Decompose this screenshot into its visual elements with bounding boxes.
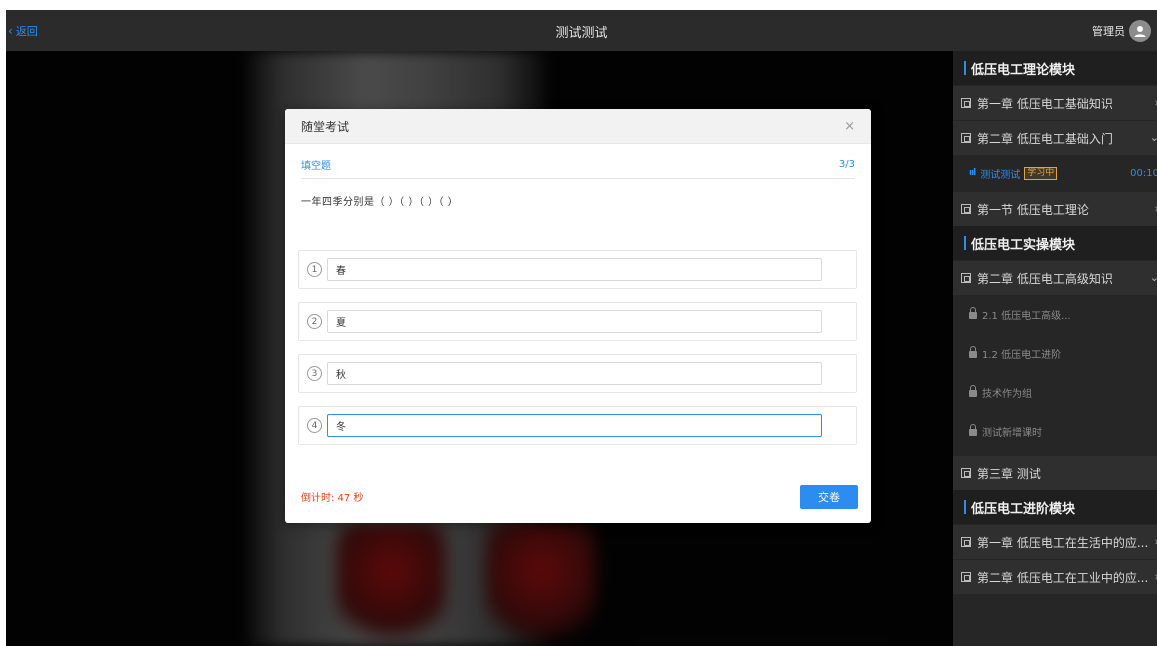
dialog-header: 随堂考试 ×: [285, 109, 871, 144]
submit-button[interactable]: 交卷: [800, 485, 858, 509]
lesson-time: 00:10: [1130, 167, 1157, 179]
lesson-item[interactable]: 技术作为组: [953, 373, 1157, 412]
lesson-item[interactable]: 2.1 低压电工高级...: [953, 295, 1157, 334]
lock-icon: [969, 307, 977, 319]
module-header: 低压电工进阶模块: [953, 490, 1157, 524]
chapter-item[interactable]: 第一节 低压电工理论 ›: [953, 192, 1157, 226]
countdown-timer: 倒计时: 47 秒: [301, 493, 364, 504]
question-text: 一年四季分别是（ ）（ ）（ ）（ ）: [301, 197, 459, 208]
answer-row: 1: [298, 250, 857, 289]
lesson-item-active[interactable]: ııl 测试测试 学习中 00:10: [953, 155, 1157, 191]
user-icon: [1134, 26, 1146, 37]
question-progress: 3/3: [838, 159, 855, 170]
chapter-item[interactable]: 第二章 低压电工基础入门 ⌄: [953, 121, 1157, 155]
answer-row: 3: [298, 354, 857, 393]
course-sidebar: 低压电工理论模块 第一章 低压电工基础知识 › 第二章 低压电工基础入门 ⌄ ı…: [953, 51, 1157, 646]
chapter-item[interactable]: 第二章 低压电工高级知识 ⌄: [953, 261, 1157, 295]
lesson-item[interactable]: 1.2 低压电工进阶: [953, 334, 1157, 373]
chapter-item[interactable]: 第一章 低压电工基础知识 ›: [953, 86, 1157, 120]
chevron-down-icon: ⌄: [1149, 271, 1157, 284]
exam-dialog: 随堂考试 × 填空题 3/3 一年四季分别是（ ）（ ）（ ）（ ） 1 2 3…: [285, 109, 871, 523]
playing-icon: ııl: [969, 168, 976, 178]
answer-input-3[interactable]: [327, 362, 822, 385]
chapter-item[interactable]: 第三章 测试: [953, 456, 1157, 490]
module-header: 低压电工理论模块: [953, 51, 1157, 85]
chapter-icon: [961, 273, 971, 283]
chapter-item[interactable]: 第一章 低压电工在生活中的应... ›: [953, 525, 1157, 559]
answer-input-2[interactable]: [327, 310, 822, 333]
answer-number: 3: [307, 366, 322, 381]
page-title: 测试测试: [555, 26, 608, 41]
top-bar: ‹ 返回 测试测试 管理员: [6, 10, 1157, 51]
status-badge: 学习中: [1024, 166, 1058, 180]
lock-icon: [969, 385, 977, 397]
lesson-item[interactable]: 测试新增课时: [953, 412, 1157, 451]
answer-row: 2: [298, 302, 857, 341]
answer-number: 1: [307, 262, 322, 277]
chapter-icon: [961, 204, 971, 214]
chevron-down-icon: ⌄: [1149, 131, 1157, 144]
dialog-title: 随堂考试: [301, 119, 350, 134]
lock-icon: [969, 424, 977, 436]
chapter-icon: [961, 537, 971, 547]
answer-row: 4: [298, 406, 857, 445]
answer-number: 4: [307, 418, 322, 433]
username: 管理员: [1092, 25, 1125, 38]
avatar[interactable]: [1129, 20, 1151, 42]
question-type-row: 填空题 3/3: [301, 151, 855, 179]
chapter-icon: [961, 572, 971, 582]
lesson-label: 测试测试: [980, 169, 1021, 181]
user-menu[interactable]: 管理员: [1092, 20, 1151, 42]
answer-input-1[interactable]: [327, 258, 822, 281]
question-type: 填空题: [301, 161, 331, 172]
module-header: 低压电工实操模块: [953, 226, 1157, 260]
chapter-item[interactable]: 第二章 低压电工在工业中的应... ›: [953, 560, 1157, 594]
chapter-icon: [961, 133, 971, 143]
answer-number: 2: [307, 314, 322, 329]
chapter-icon: [961, 98, 971, 108]
lock-icon: [969, 346, 977, 358]
answer-input-4[interactable]: [327, 414, 822, 437]
close-icon[interactable]: ×: [844, 119, 855, 134]
chapter-icon: [961, 468, 971, 478]
